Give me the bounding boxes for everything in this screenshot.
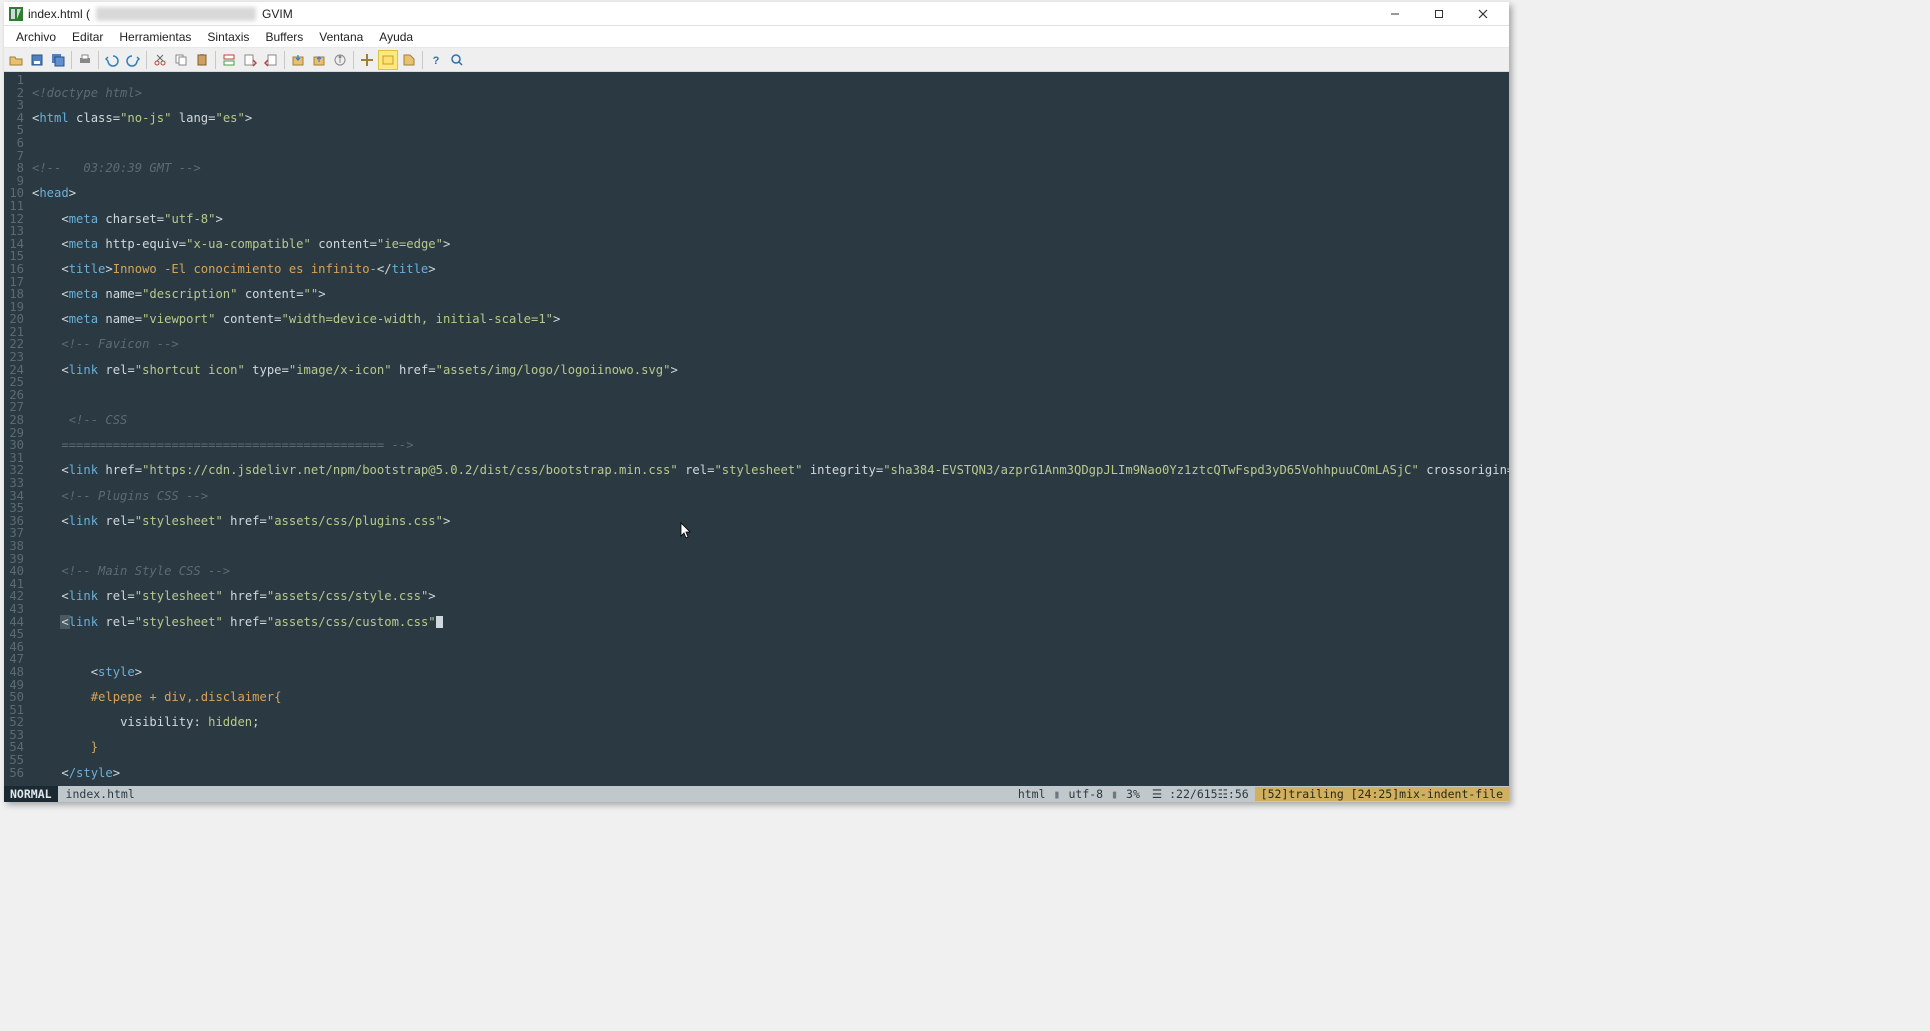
menu-editar[interactable]: Editar [64,28,111,46]
toolbar: ? [4,48,1509,72]
menu-archivo[interactable]: Archivo [8,28,64,46]
open-button[interactable] [6,50,26,70]
undo-button[interactable] [102,50,122,70]
paste-button[interactable] [192,50,212,70]
menu-herramientas[interactable]: Herramientas [111,28,199,46]
loadsession-button[interactable] [288,50,308,70]
savesession-button[interactable] [309,50,329,70]
print-button[interactable] [75,50,95,70]
menubar: Archivo Editar Herramientas Sintaxis Buf… [4,26,1509,48]
window-title-suffix: GVIM [262,7,293,21]
status-filetype: html [1012,787,1052,801]
status-mode: NORMAL [4,786,58,802]
statusline: NORMAL index.html html ▮ utf-8 ▮ 3% ☰ :2… [4,786,1509,802]
svg-text:?: ? [433,55,440,67]
menu-ventana[interactable]: Ventana [311,28,371,46]
gvim-window: index.html ( GVIM Archivo Editar Herrami… [4,2,1509,802]
findnext-button[interactable] [240,50,260,70]
code-content[interactable]: <!doctype html> <html class="no-js" lang… [28,72,1509,786]
saveall-button[interactable] [48,50,68,70]
cut-button[interactable] [150,50,170,70]
menu-sintaxis[interactable]: Sintaxis [199,28,257,46]
menu-ayuda[interactable]: Ayuda [371,28,421,46]
status-warnings: [52]trailing [24:25]mix-indent-file [1255,787,1509,801]
findhelp-button[interactable] [447,50,467,70]
minimize-button[interactable] [1373,2,1417,26]
status-ruler: ☰ :22/615☷:56 [1146,787,1255,801]
make-button[interactable] [357,50,377,70]
window-title-redacted [96,7,256,21]
line-number-gutter: 1234567891011121314151617181920212223242… [4,72,28,786]
findprev-button[interactable] [261,50,281,70]
window-title-prefix: index.html ( [28,7,90,21]
redo-button[interactable] [123,50,143,70]
close-button[interactable] [1461,2,1505,26]
editor-area[interactable]: 1234567891011121314151617181920212223242… [4,72,1509,786]
replace-button[interactable] [219,50,239,70]
titlebar: index.html ( GVIM [4,2,1509,26]
help-button[interactable]: ? [426,50,446,70]
status-percent: 3% [1120,787,1146,801]
copy-button[interactable] [171,50,191,70]
maximize-button[interactable] [1417,2,1461,26]
runscript-button[interactable] [330,50,350,70]
cursor [436,616,443,628]
app-icon [8,6,24,22]
tags-button[interactable] [399,50,419,70]
status-encoding: utf-8 [1062,787,1109,801]
status-filename: index.html [58,787,143,801]
shell-button[interactable] [378,50,398,70]
menu-buffers[interactable]: Buffers [257,28,311,46]
save-button[interactable] [27,50,47,70]
